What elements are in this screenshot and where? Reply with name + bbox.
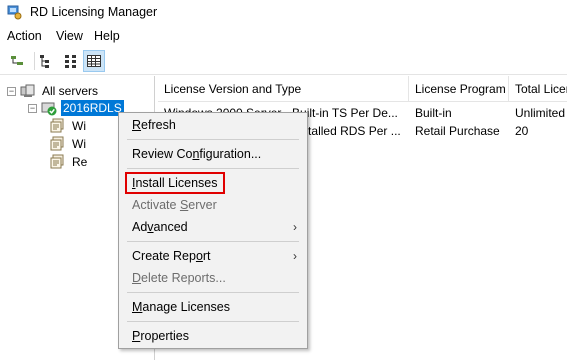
- menu-item-text: elete Reports...: [141, 271, 226, 285]
- tree-item-license-1[interactable]: Wi: [46, 117, 88, 135]
- menu-action[interactable]: Action: [7, 29, 42, 43]
- menu-item-text: figuration...: [199, 147, 262, 161]
- tree-label-all-servers: All servers: [42, 84, 99, 98]
- menu-item-text: Activate: [132, 198, 180, 212]
- menu-item-refresh[interactable]: Refresh: [119, 114, 307, 136]
- column-header-program[interactable]: License Program: [409, 76, 509, 102]
- menu-item-text: anage Licenses: [142, 300, 230, 314]
- submenu-arrow-icon: ›: [293, 249, 297, 263]
- menu-item-accel: R: [132, 118, 142, 132]
- window-title: RD Licensing Manager: [30, 5, 158, 19]
- cell-program: Built-in: [415, 106, 452, 120]
- details-view-button[interactable]: [83, 50, 105, 72]
- collapse-expander[interactable]: −: [28, 103, 37, 113]
- column-header-total[interactable]: Total Licen: [509, 76, 567, 102]
- menu-item-text: Ad: [132, 220, 148, 234]
- app-icon: [7, 5, 22, 20]
- tree-label-server: 2016RDLS: [60, 99, 125, 117]
- tree-item-server[interactable]: − 2016RDLS: [28, 99, 125, 117]
- toolbar: [0, 47, 567, 75]
- up-level-button[interactable]: [6, 50, 28, 72]
- menu-item-text: efresh: [141, 118, 176, 132]
- license-node-icon: [50, 136, 64, 151]
- menu-bar: Action View Help: [0, 26, 567, 46]
- menu-item-review-configuration[interactable]: Review Configuration...: [119, 143, 307, 165]
- collapse-expander[interactable]: −: [7, 86, 16, 96]
- details-view-icon: [87, 55, 101, 67]
- menu-item-create-report[interactable]: Create Report ›: [119, 245, 307, 267]
- tree-label-license-2: Wi: [72, 137, 86, 151]
- cell-total: Unlimited: [515, 106, 566, 120]
- menu-item-delete-reports: Delete Reports...: [119, 267, 307, 289]
- cell-total: 20: [515, 124, 529, 138]
- menu-separator: [127, 321, 299, 322]
- menu-item-text: Create Rep: [132, 249, 196, 263]
- tree-item-all-servers[interactable]: − All servers: [7, 82, 100, 100]
- show-hide-tree-icon: [40, 55, 49, 68]
- show-hide-tree-button[interactable]: [36, 50, 58, 72]
- menu-item-accel: D: [132, 271, 142, 285]
- list-view-button[interactable]: [60, 50, 82, 72]
- context-menu: Refresh Review Configuration... Install …: [118, 112, 308, 349]
- up-level-icon: [11, 56, 23, 65]
- menu-separator: [127, 292, 299, 293]
- server-group-icon: [20, 84, 35, 97]
- cell-program: Retail Purchase: [415, 124, 500, 138]
- menu-item-manage-licenses[interactable]: Manage Licenses: [119, 296, 307, 318]
- menu-separator: [127, 139, 299, 140]
- column-header-version[interactable]: License Version and Type: [158, 76, 409, 102]
- tree-item-license-2[interactable]: Wi: [46, 135, 88, 153]
- list-view-icon: [65, 55, 76, 68]
- menu-help[interactable]: Help: [94, 29, 120, 43]
- menu-item-activate-server: Activate Server: [119, 194, 307, 216]
- menu-separator: [127, 241, 299, 242]
- menu-item-properties[interactable]: Properties: [119, 325, 307, 347]
- license-node-icon: [50, 118, 64, 133]
- menu-item-accel: o: [195, 249, 203, 263]
- menu-item-text: Review Co: [132, 147, 193, 161]
- menu-item-text: erver: [188, 198, 217, 212]
- tree-item-reports[interactable]: Re: [46, 153, 89, 171]
- tree-label-reports: Re: [72, 155, 88, 169]
- toolbar-separator: [34, 52, 35, 70]
- server-check-icon: [41, 102, 57, 116]
- tree-label-license-1: Wi: [72, 119, 86, 133]
- highlight-annotation: [125, 172, 225, 194]
- license-node-icon: [50, 154, 64, 169]
- menu-item-text: roperties: [140, 329, 189, 343]
- menu-item-text: rt: [202, 249, 211, 263]
- menu-separator: [127, 168, 299, 169]
- submenu-arrow-icon: ›: [293, 220, 297, 234]
- menu-item-accel: M: [132, 300, 143, 314]
- menu-item-advanced[interactable]: Advanced ›: [119, 216, 307, 238]
- list-header: License Version and Type License Program…: [158, 76, 567, 102]
- title-bar: RD Licensing Manager: [0, 0, 567, 26]
- menu-view[interactable]: View: [56, 29, 83, 43]
- menu-item-text: anced: [153, 220, 188, 234]
